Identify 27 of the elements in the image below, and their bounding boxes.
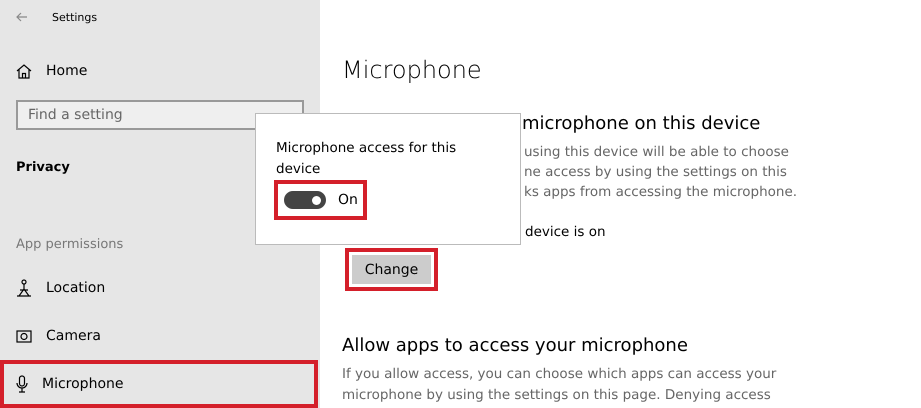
- group-label: App permissions: [15, 236, 124, 254]
- back-arrow-icon[interactable]: [16, 12, 28, 22]
- nav-label: Home: [46, 63, 88, 79]
- window-title: Settings: [52, 10, 98, 24]
- nav-label: Location: [46, 280, 106, 296]
- home-icon: [16, 64, 32, 78]
- toggle-label: Microphone access for this device: [276, 139, 458, 179]
- camera-icon: [16, 329, 32, 343]
- section-label: Privacy: [16, 160, 70, 175]
- toggle-state: On: [338, 192, 358, 208]
- description-text: using this device will be able to choose ne access by using the settings on this ks apps from accessing the microphone.: [524, 143, 798, 202]
- nav-label: Microphone: [42, 376, 124, 392]
- section-heading: microphone on this device: [522, 112, 762, 136]
- search-field[interactable]: Find a setting: [16, 100, 304, 130]
- person-pin-icon: [16, 279, 32, 297]
- nav-item[interactable]: Camera: [0, 312, 320, 360]
- status-text: device is on: [525, 223, 607, 242]
- description-text: If you allow access, you can choose which apps can access your microphone by using the settings on this page. Denying access: [342, 365, 778, 405]
- home-nav-item[interactable]: Home: [0, 50, 320, 92]
- microphone-icon: [16, 375, 28, 393]
- nav-item[interactable]: Microphone: [0, 360, 318, 408]
- toggle-switch[interactable]: [284, 191, 326, 209]
- nav-item[interactable]: Location: [0, 264, 320, 312]
- change-button[interactable]: Change: [345, 248, 438, 291]
- section-heading: Allow apps to access your microphone: [342, 335, 689, 356]
- nav-label: Camera: [46, 328, 101, 344]
- page-title: Microphone: [342, 56, 483, 84]
